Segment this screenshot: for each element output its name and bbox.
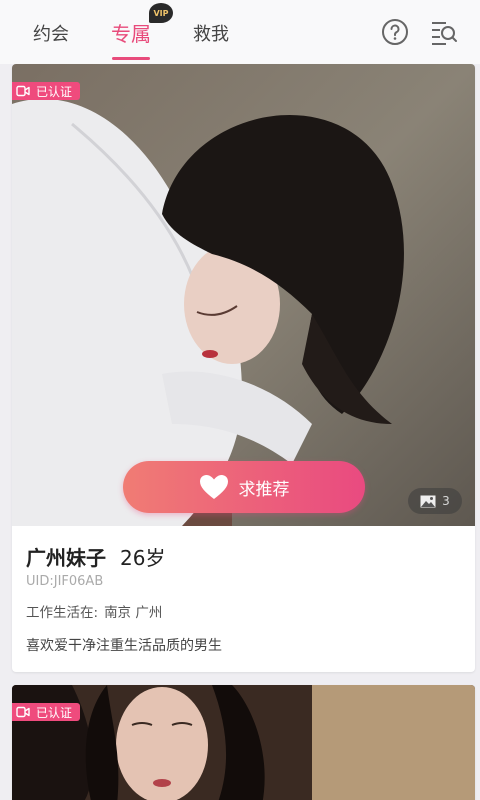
profile-photo[interactable]: 已认证 求推荐 3 — [12, 64, 475, 526]
recommend-label: 求推荐 — [238, 479, 290, 500]
photo-count-badge[interactable]: 3 — [408, 488, 462, 514]
video-camera-icon — [16, 85, 30, 97]
profile-age: 26岁 — [120, 546, 166, 570]
filter-search-icon[interactable] — [430, 18, 458, 46]
vip-badge: VIP — [149, 3, 173, 23]
profile-card[interactable]: 已认证 求推荐 3 广州妹子 26岁 UID:JIF06AB 工作生活在: 南京 广… — [12, 64, 475, 672]
verified-badge: 已认证 — [12, 703, 81, 721]
video-camera-icon — [16, 706, 30, 718]
top-nav-bar: 约会 专属 VIP 救我 — [0, 0, 480, 64]
photo-count: 3 — [442, 494, 450, 508]
profile-photo[interactable]: 已认证 — [12, 685, 475, 800]
location-cities: 南京 广州 — [104, 605, 163, 621]
verified-badge: 已认证 — [12, 82, 81, 100]
profile-uid: UID:JIF06AB — [26, 574, 104, 589]
verified-label: 已认证 — [36, 84, 73, 99]
verified-label: 已认证 — [36, 705, 73, 720]
profile-location: 工作生活在: 南京 广州 — [26, 601, 466, 621]
profile-card[interactable]: 已认证 — [12, 685, 475, 800]
profile-info: 广州妹子 26岁 UID:JIF06AB 工作生活在: 南京 广州 喜欢爱干净注重生… — [26, 542, 466, 655]
recommend-button[interactable]: 求推荐 — [123, 461, 365, 513]
tab-rescue[interactable]: 救我 — [193, 20, 229, 46]
active-tab-indicator — [112, 57, 150, 60]
name-line: 广州妹子 26岁 — [26, 542, 466, 572]
image-icon — [420, 495, 436, 507]
tab-dating[interactable]: 约会 — [33, 20, 69, 46]
location-label: 工作生活在: — [26, 605, 99, 621]
profile-bio: 喜欢爱干净注重生活品质的男生 — [26, 638, 222, 654]
heart-icon — [199, 475, 228, 499]
tab-exclusive[interactable]: 专属 — [111, 18, 151, 47]
help-circle-icon[interactable] — [381, 18, 409, 46]
profile-name: 广州妹子 — [26, 546, 106, 570]
